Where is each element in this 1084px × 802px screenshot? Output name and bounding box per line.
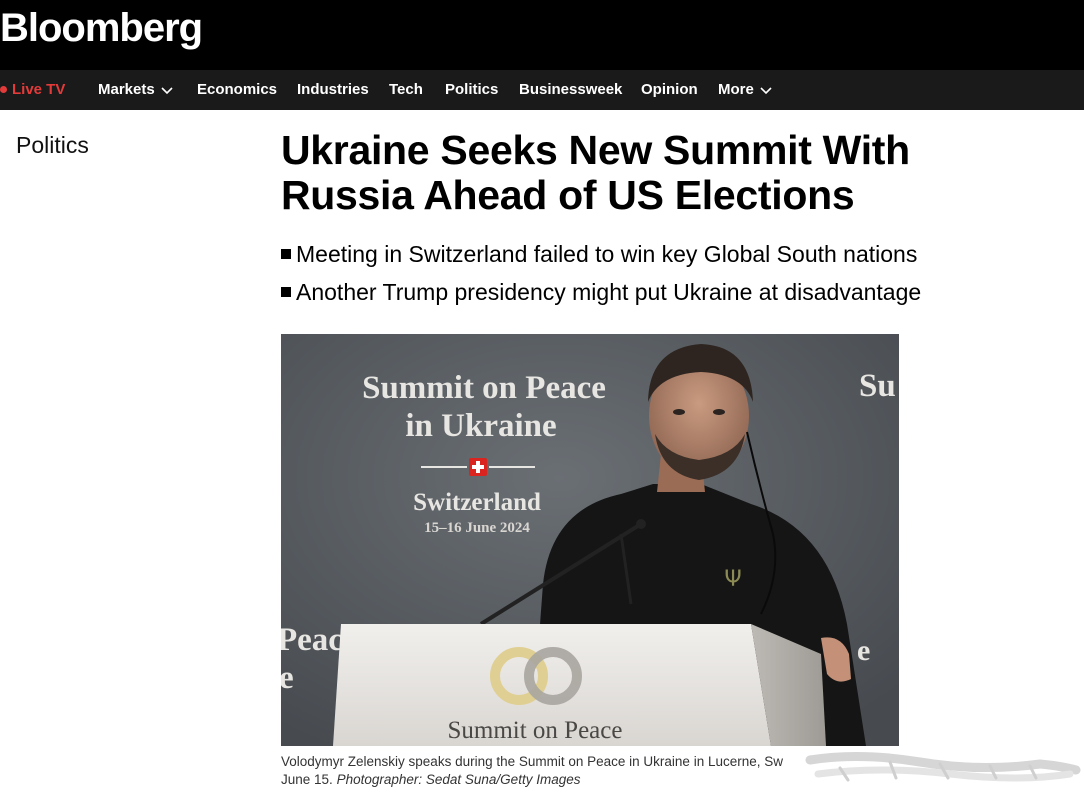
backdrop-right-text: Su	[859, 368, 896, 404]
nav-more[interactable]: More	[718, 81, 772, 98]
bullet-text: Another Trump presidency might put Ukrai…	[296, 279, 922, 305]
nav-businessweek[interactable]: Businessweek	[519, 81, 622, 98]
nav-economics[interactable]: Economics	[197, 81, 277, 98]
nav-live-tv[interactable]: Live TV	[0, 81, 65, 98]
summary-bullet: Another Trump presidency might put Ukrai…	[281, 273, 1041, 311]
photo-credit: Photographer: Sedat Suna/Getty Images	[336, 772, 581, 787]
brand-bar: Bloomberg	[0, 0, 1084, 70]
main-nav: Live TV Markets Economics Industries Tec…	[0, 70, 1084, 110]
article-photo[interactable]: Summit on Peace in Ukraine Switzerland 1…	[281, 334, 899, 746]
article-headline: Ukraine Seeks New Summit With Russia Ahe…	[281, 128, 1041, 218]
nav-live-tv-label: Live TV	[12, 81, 66, 98]
chevron-down-icon	[760, 86, 772, 94]
nav-tech[interactable]: Tech	[389, 81, 423, 98]
svg-text:e: e	[857, 634, 870, 667]
podium-text: Summit on Peace	[448, 717, 623, 744]
summary-bullet: Meeting in Switzerland failed to win key…	[281, 235, 1041, 273]
headline-line-2: Russia Ahead of US Elections	[281, 172, 855, 218]
caption-text: Volodymyr Zelenskiy speaks during the Su…	[281, 754, 783, 769]
caption-date: June 15.	[281, 772, 333, 787]
bloomberg-logo[interactable]: Bloomberg	[0, 6, 203, 50]
backdrop-country: Switzerland	[413, 489, 541, 516]
photo-caption-line-2: June 15. Photographer: Sedat Suna/Getty …	[281, 771, 580, 789]
photo-illustration: Summit on Peace in Ukraine Switzerland 1…	[281, 334, 899, 746]
article-summary-bullets: Meeting in Switzerland failed to win key…	[281, 235, 1041, 311]
trident-emblem-icon: Ψ	[724, 567, 741, 592]
nav-markets[interactable]: Markets	[98, 81, 173, 98]
backdrop-title-2: in Ukraine	[405, 408, 556, 444]
backdrop-dates: 15–16 June 2024	[424, 520, 530, 536]
section-label[interactable]: Politics	[16, 132, 89, 159]
nav-more-label: More	[718, 81, 754, 98]
headline-line-1: Ukraine Seeks New Summit With	[281, 127, 910, 173]
nav-markets-label: Markets	[98, 81, 155, 98]
nav-industries[interactable]: Industries	[297, 81, 369, 98]
bullet-square-icon	[281, 287, 291, 297]
live-dot-icon	[0, 86, 7, 93]
scribble-overlay	[805, 751, 1081, 782]
bullet-text: Meeting in Switzerland failed to win key…	[296, 241, 918, 267]
chevron-down-icon	[161, 86, 173, 94]
nav-politics[interactable]: Politics	[445, 81, 498, 98]
backdrop-left-text-2: e	[281, 660, 294, 696]
backdrop-title-1: Summit on Peace	[362, 370, 606, 406]
photo-caption: Volodymyr Zelenskiy speaks during the Su…	[281, 753, 841, 771]
nav-opinion[interactable]: Opinion	[641, 81, 698, 98]
bullet-square-icon	[281, 249, 291, 259]
